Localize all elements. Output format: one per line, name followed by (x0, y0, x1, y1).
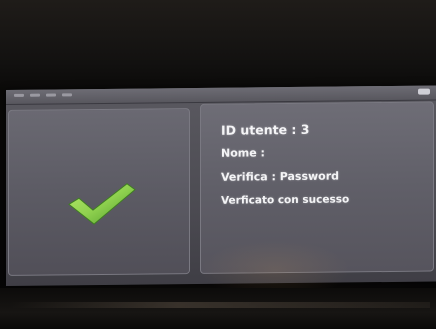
device-photo: ID utente : 3 Nome : Verifica : Password… (0, 0, 436, 329)
verification-method-label: Verifica : Password (221, 169, 340, 184)
bezel-reflection (10, 302, 430, 308)
battery-icon (418, 88, 430, 95)
user-id-label: ID utente : 3 (221, 121, 310, 138)
status-indicators (14, 93, 72, 97)
device-bezel-top (0, 0, 436, 90)
result-panel (8, 108, 190, 276)
device-bezel-bottom (0, 288, 436, 329)
name-label: Nome : (221, 146, 265, 160)
verification-result-message: Verficato con sucesso (221, 193, 350, 207)
checkmark-icon (68, 183, 136, 225)
